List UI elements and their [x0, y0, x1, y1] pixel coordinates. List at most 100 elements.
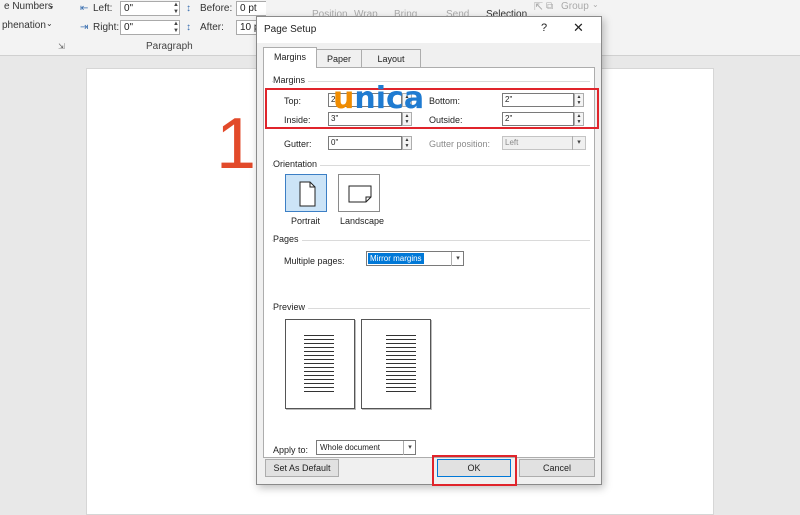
apply-to-label: Apply to: — [273, 445, 309, 455]
spacing-before-label: Before: — [200, 3, 233, 14]
group-icon: ⧉ — [546, 1, 554, 12]
logo-letter: n — [354, 81, 376, 116]
margins-section-label: Margins — [273, 75, 309, 85]
cursor-icon: ⇱ — [534, 1, 544, 13]
preview-line — [386, 359, 416, 360]
preview-line — [386, 347, 416, 348]
dialog-launcher-icon[interactable]: ⇲ — [58, 42, 65, 51]
tab-layout[interactable]: Layout — [361, 49, 421, 67]
landscape-button[interactable] — [338, 174, 380, 212]
logo-letter: a — [403, 81, 425, 116]
multiple-pages-select[interactable]: Mirror margins ▾ — [366, 251, 464, 266]
tab-paper[interactable]: Paper — [316, 49, 362, 67]
preview-line — [386, 371, 416, 372]
portrait-label: Portrait — [291, 216, 321, 226]
apply-to-select[interactable]: Whole document ▾ — [316, 440, 416, 455]
preview-line — [304, 379, 334, 380]
pages-section-label: Pages — [273, 234, 302, 244]
preview-line — [304, 367, 334, 368]
paragraph-group-label: Paragraph — [146, 41, 193, 52]
group-button[interactable]: Group — [561, 1, 589, 12]
chevron-down-icon[interactable]: ⌄ — [592, 0, 599, 9]
preview-line — [386, 367, 416, 368]
gutter-label: Gutter: — [284, 139, 312, 149]
gutter-position-select[interactable]: Left ▾ — [502, 136, 586, 150]
tab-margins[interactable]: Margins — [263, 47, 317, 68]
preview-left-page — [285, 319, 355, 409]
preview-line — [304, 375, 334, 376]
step-number-1: 1 — [216, 104, 257, 184]
spacing-before-input[interactable]: 0 pt — [236, 1, 266, 16]
preview-line — [386, 351, 416, 352]
logo-letter: i — [375, 81, 387, 116]
gutter-position-label: Gutter position: — [429, 139, 491, 149]
logo-letter: c — [386, 81, 404, 116]
chevron-down-icon[interactable]: ▾ — [572, 136, 585, 150]
close-button[interactable]: ✕ — [573, 20, 584, 36]
preview-line — [304, 387, 334, 388]
preview-line — [304, 355, 334, 356]
line-numbers-button[interactable]: e Numbers — [4, 1, 53, 12]
set-as-default-button[interactable]: Set As Default — [265, 459, 339, 477]
landscape-label: Landscape — [340, 216, 385, 226]
preview-section-label: Preview — [273, 302, 309, 312]
help-button[interactable]: ? — [541, 22, 547, 34]
preview-line — [304, 343, 334, 344]
cancel-button[interactable]: Cancel — [519, 459, 595, 477]
indent-left-icon: ⇤ — [80, 3, 89, 14]
preview-line — [386, 343, 416, 344]
preview-line — [386, 391, 416, 392]
preview-line — [304, 359, 334, 360]
tab-bar: Margins Paper Layout — [263, 47, 595, 68]
portrait-page-icon — [299, 181, 316, 207]
preview-right-page — [361, 319, 431, 409]
preview-line — [386, 387, 416, 388]
indent-right-icon: ⇥ — [80, 22, 89, 33]
indent-right-spinner[interactable]: ▲ ▼ — [172, 21, 180, 36]
orientation-section-label: Orientation — [273, 159, 321, 169]
indent-right-input[interactable]: 0" — [120, 20, 180, 35]
gutter-position-value: Left — [505, 138, 519, 147]
indent-left-input[interactable]: 0" — [120, 1, 180, 16]
preview-line — [386, 383, 416, 384]
preview-line — [304, 391, 334, 392]
unica-watermark-logo: unica — [333, 84, 463, 114]
gutter-spinner[interactable]: ▲ ▼ — [402, 136, 412, 150]
section-divider — [272, 81, 590, 82]
hyphenation-button[interactable]: phenation — [2, 20, 46, 31]
spacing-before-icon: ↕ — [186, 3, 191, 14]
preview-line — [386, 379, 416, 380]
preview-line — [304, 363, 334, 364]
section-divider — [272, 308, 590, 309]
dialog-title: Page Setup — [264, 24, 317, 35]
logo-letter: u — [333, 81, 355, 116]
dialog-titlebar[interactable]: Page Setup ? ✕ — [257, 17, 601, 43]
preview-line — [304, 347, 334, 348]
preview-line — [304, 335, 334, 336]
spacing-after-icon: ↕ — [186, 22, 191, 33]
indent-right-label: Right: — [93, 22, 120, 33]
indent-left-spinner[interactable]: ▲ ▼ — [172, 2, 180, 17]
portrait-button[interactable] — [285, 174, 327, 212]
preview-line — [386, 335, 416, 336]
indent-left-label: Left: — [93, 3, 113, 14]
preview-line — [386, 339, 416, 340]
preview-line — [386, 363, 416, 364]
chevron-down-icon[interactable]: ⌄ — [46, 19, 53, 28]
gutter-input[interactable]: 0" — [328, 136, 402, 150]
chevron-down-icon[interactable]: ▾ — [403, 441, 416, 455]
preview-line — [304, 371, 334, 372]
ok-highlight-box — [432, 455, 517, 486]
preview-line — [304, 351, 334, 352]
chevron-down-icon[interactable]: ▾ — [451, 252, 464, 266]
preview-line — [304, 339, 334, 340]
multiple-pages-value: Mirror margins — [368, 253, 424, 264]
section-divider — [272, 240, 590, 241]
preview-line — [386, 375, 416, 376]
landscape-page-icon — [348, 185, 372, 203]
apply-to-value: Whole document — [320, 443, 381, 452]
preview-line — [304, 383, 334, 384]
spacing-after-label: After: — [200, 22, 224, 33]
chevron-down-icon[interactable]: ⌄ — [48, 1, 55, 10]
preview-line — [386, 355, 416, 356]
